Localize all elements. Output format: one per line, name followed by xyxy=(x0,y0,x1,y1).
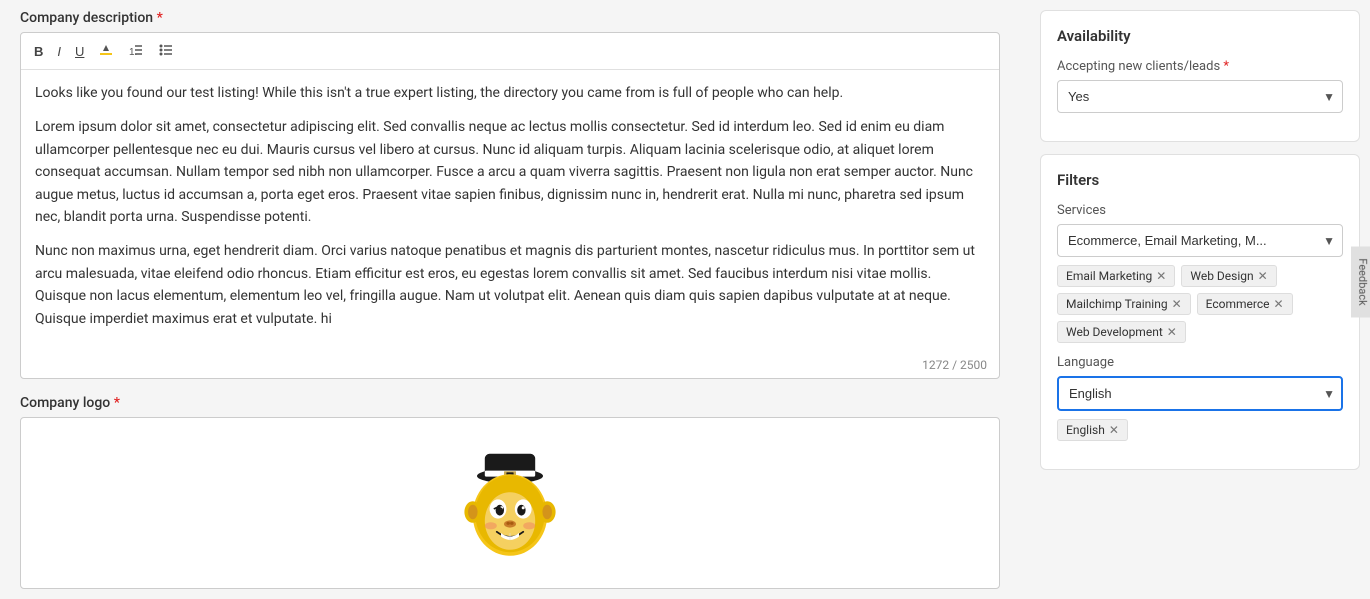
left-column: Company description * B I U xyxy=(0,0,1020,599)
description-para1: Looks like you found our test listing! W… xyxy=(35,82,985,104)
filters-title: Filters xyxy=(1057,171,1343,189)
feedback-label: Feedback xyxy=(1356,258,1369,305)
italic-button[interactable]: I xyxy=(52,42,66,61)
logo-preview xyxy=(445,438,575,568)
services-tags: Email Marketing ✕ Web Design ✕ Mailchimp… xyxy=(1057,265,1343,343)
accepting-select[interactable]: Yes No xyxy=(1057,80,1343,113)
char-count-value: 1272 / 2500 xyxy=(922,358,987,372)
logo-label: Company logo * xyxy=(20,395,1000,411)
description-content[interactable]: Looks like you found our test listing! W… xyxy=(21,70,999,354)
feedback-tab[interactable]: Feedback xyxy=(1351,246,1370,317)
services-select[interactable]: Ecommerce, Email Marketing, M... xyxy=(1057,224,1343,257)
accepting-field: Accepting new clients/leads * Yes No ▼ xyxy=(1057,59,1343,113)
description-label: Company description * xyxy=(20,10,1000,26)
editor-toolbar: B I U 1. xyxy=(21,33,999,70)
tag-english: English ✕ xyxy=(1057,419,1128,441)
char-count: 1272 / 2500 xyxy=(21,354,999,378)
underline-button[interactable]: U xyxy=(70,42,89,61)
highlight-button[interactable] xyxy=(93,39,119,63)
mailchimp-logo xyxy=(450,443,570,563)
tag-label: Ecommerce xyxy=(1206,297,1270,311)
description-required-star: * xyxy=(157,10,163,26)
filters-card: Filters Services Ecommerce, Email Market… xyxy=(1040,154,1360,470)
availability-card: Availability Accepting new clients/leads… xyxy=(1040,10,1360,142)
tag-ecommerce: Ecommerce ✕ xyxy=(1197,293,1293,315)
right-column: Availability Accepting new clients/leads… xyxy=(1040,0,1370,480)
svg-text:1.: 1. xyxy=(129,47,137,58)
tag-remove-web-development[interactable]: ✕ xyxy=(1167,326,1177,338)
tag-web-design: Web Design ✕ xyxy=(1181,265,1276,287)
services-label: Services xyxy=(1057,203,1343,218)
tag-remove-english[interactable]: ✕ xyxy=(1109,424,1119,436)
tag-remove-mailchimp-training[interactable]: ✕ xyxy=(1172,298,1182,310)
company-description-field: Company description * B I U xyxy=(20,10,1000,379)
tag-label: Mailchimp Training xyxy=(1066,297,1168,311)
description-para2: Lorem ipsum dolor sit amet, consectetur … xyxy=(35,116,985,228)
tag-remove-email-marketing[interactable]: ✕ xyxy=(1156,270,1166,282)
language-field: Language English Spanish French German ▼… xyxy=(1057,355,1343,441)
tag-label: English xyxy=(1066,423,1105,437)
description-label-text: Company description xyxy=(20,10,153,26)
logo-required-star: * xyxy=(114,395,120,411)
company-logo-section: Company logo * xyxy=(20,395,1000,589)
logo-upload-area[interactable] xyxy=(20,417,1000,589)
services-select-wrapper: Ecommerce, Email Marketing, M... ▼ xyxy=(1057,224,1343,257)
logo-label-text: Company logo xyxy=(20,395,110,411)
unordered-list-button[interactable] xyxy=(153,39,179,63)
description-editor[interactable]: B I U 1. xyxy=(20,32,1000,379)
services-field: Services Ecommerce, Email Marketing, M..… xyxy=(1057,203,1343,343)
tag-label: Web Development xyxy=(1066,325,1163,339)
accepting-select-wrapper: Yes No ▼ xyxy=(1057,80,1343,113)
availability-title: Availability xyxy=(1057,27,1343,45)
tag-web-development: Web Development ✕ xyxy=(1057,321,1186,343)
tag-email-marketing: Email Marketing ✕ xyxy=(1057,265,1175,287)
tag-remove-ecommerce[interactable]: ✕ xyxy=(1273,298,1283,310)
accepting-label: Accepting new clients/leads * xyxy=(1057,59,1343,74)
ordered-list-button[interactable]: 1. xyxy=(123,39,149,63)
bold-button[interactable]: B xyxy=(29,42,48,61)
language-select[interactable]: English Spanish French German xyxy=(1057,376,1343,411)
tag-mailchimp-training: Mailchimp Training ✕ xyxy=(1057,293,1191,315)
tag-label: Email Marketing xyxy=(1066,269,1152,283)
description-para3: Nunc non maximus urna, eget hendrerit di… xyxy=(35,240,985,330)
language-select-wrapper: English Spanish French German ▼ xyxy=(1057,376,1343,411)
language-tags: English ✕ xyxy=(1057,419,1343,441)
language-label: Language xyxy=(1057,355,1343,370)
tag-label: Web Design xyxy=(1190,269,1253,283)
tag-remove-web-design[interactable]: ✕ xyxy=(1258,270,1268,282)
